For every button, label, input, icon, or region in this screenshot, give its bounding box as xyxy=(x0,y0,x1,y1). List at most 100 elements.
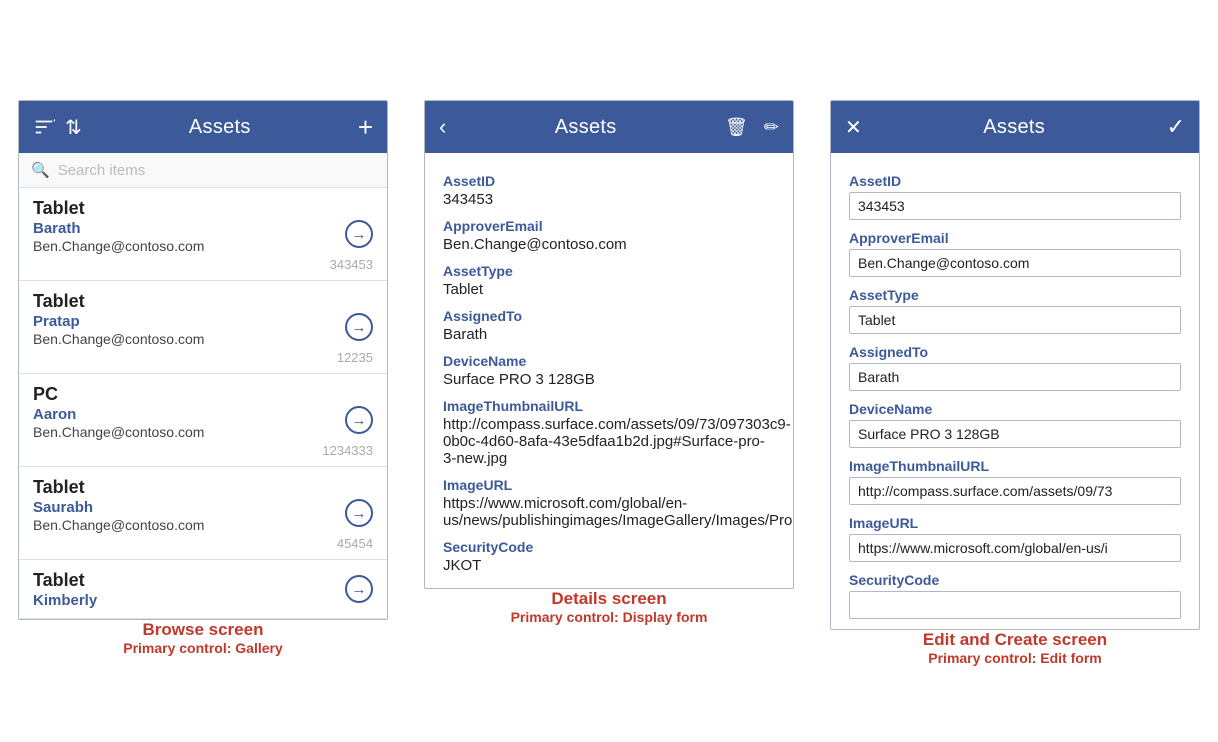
detail-value-4: Surface PRO 3 128GB xyxy=(443,371,775,388)
detail-label-5: ImageThumbnailURL xyxy=(443,398,775,414)
edit-input-1[interactable] xyxy=(849,249,1181,277)
list-item[interactable]: Tablet Kimberly → xyxy=(19,560,387,619)
item-id: 45454 xyxy=(33,536,373,551)
item-person: Saurabh xyxy=(33,499,373,516)
edit-input-6[interactable] xyxy=(849,534,1181,562)
edit-label-1: ApproverEmail xyxy=(849,230,1181,246)
detail-label-0: AssetID xyxy=(443,173,775,189)
detail-value-6: https://www.microsoft.com/global/en-us/n… xyxy=(443,495,775,529)
item-arrow[interactable]: → xyxy=(345,406,373,434)
details-body: AssetID 343453 ApproverEmail Ben.Change@con… xyxy=(425,153,793,588)
item-person: Pratap xyxy=(33,313,373,330)
back-icon[interactable]: ‹ xyxy=(439,114,446,140)
edit-input-5[interactable] xyxy=(849,477,1181,505)
item-arrow[interactable]: → xyxy=(345,313,373,341)
item-email: Ben.Change@contoso.com xyxy=(33,517,373,533)
browse-screen-wrapper: ⇅ Assets + 🔍 Search items Tablet Barath … xyxy=(18,100,388,656)
search-bar[interactable]: 🔍 Search items xyxy=(19,153,387,188)
detail-value-3: Barath xyxy=(443,326,775,343)
item-arrow[interactable]: → xyxy=(345,575,373,603)
edit-label-2: AssetType xyxy=(849,287,1181,303)
item-id: 343453 xyxy=(33,257,373,272)
item-person: Barath xyxy=(33,220,373,237)
edit-label-7: SecurityCode xyxy=(849,572,1181,588)
browse-caption-title: Browse screen xyxy=(18,620,388,640)
add-icon-group[interactable]: + xyxy=(358,112,373,143)
list-item[interactable]: Tablet Barath Ben.Change@contoso.com 343… xyxy=(19,188,387,281)
item-type: Tablet xyxy=(33,570,373,591)
item-arrow[interactable]: → xyxy=(345,220,373,248)
item-type: PC xyxy=(33,384,373,405)
details-caption-title: Details screen xyxy=(424,589,794,609)
delete-icon[interactable]: 🗑 xyxy=(725,117,748,138)
sort-icon xyxy=(33,116,55,138)
list-item[interactable]: Tablet Saurabh Ben.Change@contoso.com 45… xyxy=(19,467,387,560)
detail-label-2: AssetType xyxy=(443,263,775,279)
details-header: ‹ Assets 🗑 ✏ xyxy=(425,101,793,153)
detail-label-1: ApproverEmail xyxy=(443,218,775,234)
details-screen-wrapper: ‹ Assets 🗑 ✏ AssetID 343453 ApproverEmail B… xyxy=(424,100,794,625)
item-email: Ben.Change@contoso.com xyxy=(33,424,373,440)
details-caption: Details screen Primary control: Display … xyxy=(424,589,794,625)
item-person: Kimberly xyxy=(33,592,373,609)
details-screen: ‹ Assets 🗑 ✏ AssetID 343453 ApproverEmail B… xyxy=(424,100,794,589)
edit-input-4[interactable] xyxy=(849,420,1181,448)
edit-input-0[interactable] xyxy=(849,192,1181,220)
list-item[interactable]: PC Aaron Ben.Change@contoso.com 1234333 … xyxy=(19,374,387,467)
browse-caption-sub: Primary control: Gallery xyxy=(18,640,388,656)
item-arrow[interactable]: → xyxy=(345,499,373,527)
detail-value-2: Tablet xyxy=(443,281,775,298)
item-type: Tablet xyxy=(33,291,373,312)
sort-unicode-icon[interactable]: ⇅ xyxy=(65,115,82,140)
search-icon: 🔍 xyxy=(31,161,50,179)
back-icon-group[interactable]: ‹ xyxy=(439,114,446,140)
check-icon-group[interactable]: ✓ xyxy=(1167,114,1185,140)
item-email: Ben.Change@contoso.com xyxy=(33,331,373,347)
edit-label-3: AssignedTo xyxy=(849,344,1181,360)
browse-caption: Browse screen Primary control: Gallery xyxy=(18,620,388,656)
edit-body: AssetID ApproverEmail AssetType AssignedTo D… xyxy=(831,153,1199,629)
edit-caption-title: Edit and Create screen xyxy=(830,630,1200,650)
detail-label-4: DeviceName xyxy=(443,353,775,369)
detail-label-6: ImageURL xyxy=(443,477,775,493)
browse-screen: ⇅ Assets + 🔍 Search items Tablet Barath … xyxy=(18,100,388,620)
check-icon[interactable]: ✓ xyxy=(1167,114,1185,140)
item-person: Aaron xyxy=(33,406,373,423)
edit-input-2[interactable] xyxy=(849,306,1181,334)
edit-label-5: ImageThumbnailURL xyxy=(849,458,1181,474)
item-type: Tablet xyxy=(33,198,373,219)
browse-header: ⇅ Assets + xyxy=(19,101,387,153)
edit-caption: Edit and Create screen Primary control: … xyxy=(830,630,1200,666)
item-type: Tablet xyxy=(33,477,373,498)
detail-value-7: JKOT xyxy=(443,557,775,574)
details-header-title: Assets xyxy=(446,116,725,139)
details-action-icons: 🗑 ✏ xyxy=(725,117,779,138)
edit-icon[interactable]: ✏ xyxy=(764,117,779,138)
edit-header: ✕ Assets ✓ xyxy=(831,101,1199,153)
search-placeholder: Search items xyxy=(58,162,146,179)
item-id: 12235 xyxy=(33,350,373,365)
detail-value-1: Ben.Change@contoso.com xyxy=(443,236,775,253)
close-icon[interactable]: ✕ xyxy=(845,115,862,140)
detail-label-3: AssignedTo xyxy=(443,308,775,324)
browse-list: Tablet Barath Ben.Change@contoso.com 343… xyxy=(19,188,387,619)
detail-value-5: http://compass.surface.com/assets/09/73/… xyxy=(443,416,775,467)
browse-header-title: Assets xyxy=(82,116,358,139)
close-icon-group[interactable]: ✕ xyxy=(845,115,862,140)
add-icon[interactable]: + xyxy=(358,112,373,143)
sort-icon-group[interactable]: ⇅ xyxy=(33,115,82,140)
list-item[interactable]: Tablet Pratap Ben.Change@contoso.com 122… xyxy=(19,281,387,374)
edit-label-6: ImageURL xyxy=(849,515,1181,531)
screens-row: ⇅ Assets + 🔍 Search items Tablet Barath … xyxy=(0,76,1218,666)
edit-screen: ✕ Assets ✓ AssetID ApproverEmail AssetType… xyxy=(830,100,1200,630)
item-email: Ben.Change@contoso.com xyxy=(33,238,373,254)
details-caption-sub: Primary control: Display form xyxy=(424,609,794,625)
detail-value-0: 343453 xyxy=(443,191,775,208)
edit-label-0: AssetID xyxy=(849,173,1181,189)
edit-label-4: DeviceName xyxy=(849,401,1181,417)
edit-screen-wrapper: ✕ Assets ✓ AssetID ApproverEmail AssetType… xyxy=(830,100,1200,666)
edit-caption-sub: Primary control: Edit form xyxy=(830,650,1200,666)
edit-input-7[interactable] xyxy=(849,591,1181,619)
edit-input-3[interactable] xyxy=(849,363,1181,391)
item-id: 1234333 xyxy=(33,443,373,458)
